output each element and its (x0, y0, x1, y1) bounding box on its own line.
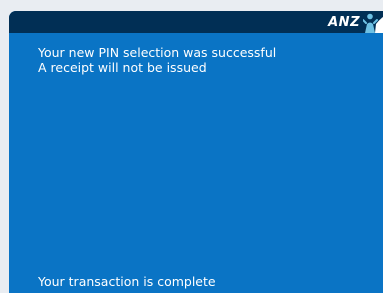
transaction-complete-message: Your transaction is complete (38, 274, 216, 289)
receipt-message: A receipt will not be issued (38, 60, 207, 75)
anz-person-logo-icon (363, 13, 383, 33)
brand-logo: ANZ (328, 11, 383, 33)
brand-name: ANZ (328, 14, 360, 30)
atm-screen: ANZ Your new PIN selection was successfu… (9, 11, 383, 293)
header-bar: ANZ (9, 11, 383, 33)
success-message: Your new PIN selection was successful (38, 45, 277, 60)
